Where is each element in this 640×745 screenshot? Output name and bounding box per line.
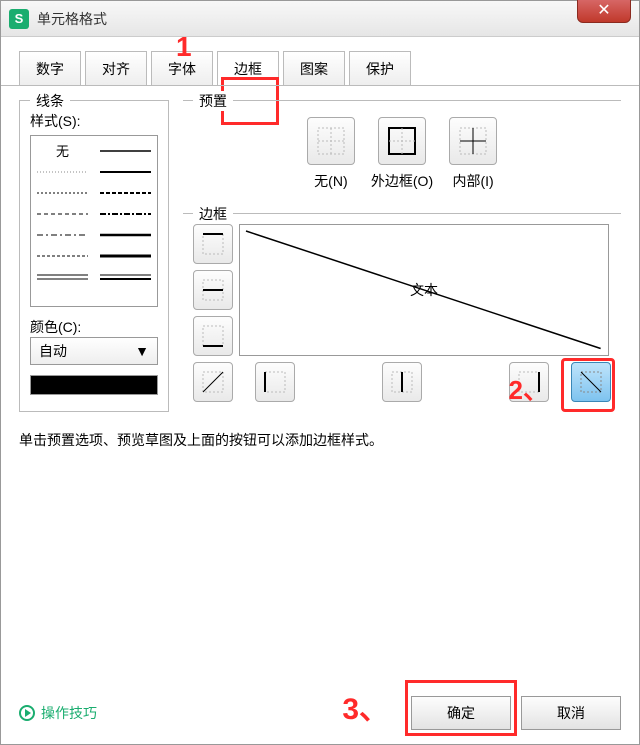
tips-label: 操作技巧 — [41, 703, 97, 723]
line-color-value: 自动 — [39, 341, 67, 361]
preset-inside-icon — [456, 124, 490, 158]
line-style-none[interactable]: 无 — [31, 140, 94, 161]
border-right-icon — [516, 369, 542, 395]
preset-outline-button[interactable] — [378, 117, 426, 165]
line-color-select[interactable]: 自动 ▼ — [30, 337, 158, 365]
ok-button[interactable]: 确定 — [411, 696, 511, 730]
tab-font[interactable]: 字体 — [151, 51, 213, 85]
app-icon: S — [9, 9, 29, 29]
titlebar: S 单元格格式 ✕ — [1, 1, 639, 37]
close-button[interactable]: ✕ — [577, 0, 631, 23]
play-icon — [19, 705, 35, 721]
preset-none-button[interactable] — [307, 117, 355, 165]
line-style-2[interactable] — [31, 161, 94, 182]
border-diag-down-icon — [578, 369, 604, 395]
dialog-body: 线条 样式(S): 无 颜 — [1, 85, 639, 686]
border-bottom-button[interactable] — [193, 316, 233, 356]
preset-inside-button[interactable] — [449, 117, 497, 165]
line-style-12[interactable] — [31, 266, 94, 287]
line-group: 线条 样式(S): 无 颜 — [19, 100, 169, 412]
tab-align[interactable]: 对齐 — [85, 51, 147, 85]
border-preview[interactable]: 文本 — [239, 224, 609, 356]
tab-number[interactable]: 数字 — [19, 51, 81, 85]
border-preview-text: 文本 — [410, 280, 438, 300]
border-group-label: 边框 — [193, 204, 233, 224]
border-bottom-icon — [200, 323, 226, 349]
window-title: 单元格格式 — [37, 9, 107, 29]
border-top-icon — [200, 231, 226, 257]
tab-border[interactable]: 边框 — [217, 51, 279, 85]
line-style-4[interactable] — [31, 182, 94, 203]
line-color-label: 颜色(C): — [30, 317, 158, 337]
tab-protect[interactable]: 保护 — [349, 51, 411, 85]
border-diag-up-icon — [200, 369, 226, 395]
border-diag-down-button[interactable] — [571, 362, 611, 402]
line-style-1[interactable] — [94, 140, 157, 161]
line-style-7[interactable] — [94, 203, 157, 224]
border-mid-v-icon — [389, 369, 415, 395]
border-top-button[interactable] — [193, 224, 233, 264]
help-text: 单击预置选项、预览草图及上面的按钮可以添加边框样式。 — [19, 430, 621, 450]
line-style-3[interactable] — [94, 161, 157, 182]
border-mid-v-button[interactable] — [382, 362, 422, 402]
close-icon: ✕ — [597, 0, 610, 20]
line-style-label: 样式(S): — [30, 111, 158, 131]
border-left-button[interactable] — [255, 362, 295, 402]
tab-pattern[interactable]: 图案 — [283, 51, 345, 85]
chevron-down-icon: ▼ — [135, 343, 149, 359]
line-style-9[interactable] — [94, 224, 157, 245]
tips-link[interactable]: 操作技巧 — [19, 703, 97, 723]
border-diag-up-button[interactable] — [193, 362, 233, 402]
border-mid-h-button[interactable] — [193, 270, 233, 310]
line-style-list[interactable]: 无 — [30, 135, 158, 307]
line-group-label: 线条 — [30, 91, 70, 111]
preset-none-label: 无(N) — [314, 171, 347, 191]
preset-group-label: 预置 — [193, 91, 233, 111]
line-style-11[interactable] — [94, 245, 157, 266]
dialog-footer: 操作技巧 确定 取消 3、 — [1, 686, 639, 744]
border-left-icon — [262, 369, 288, 395]
annotation-marker-3: 3、 — [342, 684, 389, 728]
preset-inside-label: 内部(I) — [453, 171, 494, 191]
tab-bar: 数字 对齐 字体 边框 图案 保护 1 — [1, 37, 639, 85]
border-right-button[interactable] — [509, 362, 549, 402]
border-mid-h-icon — [200, 277, 226, 303]
preset-outline-label: 外边框(O) — [371, 171, 433, 191]
preset-none-icon — [314, 124, 348, 158]
line-color-swatch — [30, 375, 158, 395]
border-group: 边框 文本 — [183, 213, 621, 412]
cancel-button[interactable]: 取消 — [521, 696, 621, 730]
line-style-10[interactable] — [31, 245, 94, 266]
preset-outline-icon — [385, 124, 419, 158]
line-style-8[interactable] — [31, 224, 94, 245]
line-style-13[interactable] — [94, 266, 157, 287]
line-style-6[interactable] — [31, 203, 94, 224]
line-style-5[interactable] — [94, 182, 157, 203]
preset-group: 预置 无(N) 外边框(O) — [183, 100, 621, 201]
cell-format-dialog: S 单元格格式 ✕ 数字 对齐 字体 边框 图案 保护 1 线条 样式(S): … — [0, 0, 640, 745]
